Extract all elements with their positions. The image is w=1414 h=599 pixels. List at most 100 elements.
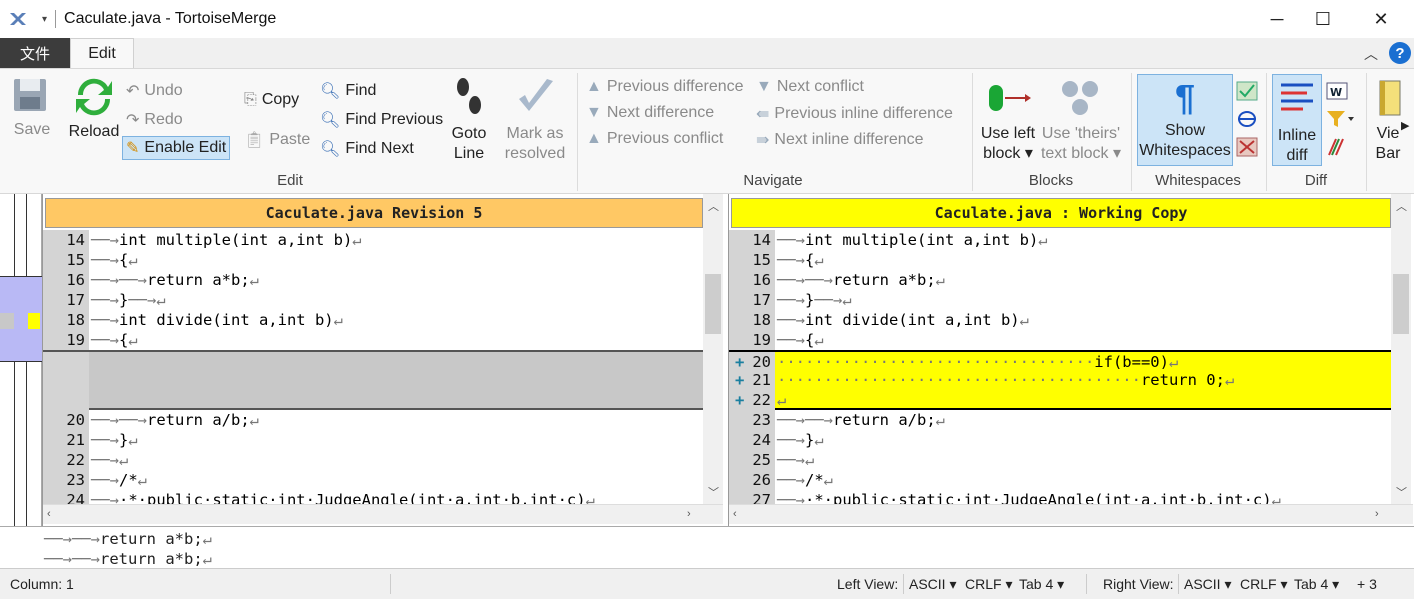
code-line[interactable]: 23 ──→/*↵ [43, 470, 703, 490]
code-line[interactable]: 20 ──→──→return a/b;↵ [43, 410, 703, 430]
left-eol-dropdown[interactable]: CRLF ▾ [965, 576, 1012, 593]
code-line[interactable]: 18 ──→int divide(int a,int b)↵ [729, 310, 1391, 330]
use-left-block-button[interactable]: Use left block ▾ [978, 79, 1038, 164]
moved-lines-button[interactable] [1326, 137, 1348, 162]
scroll-up-icon[interactable]: ︿ [708, 198, 719, 214]
use-theirs-label-2: text block ▾ [1040, 145, 1122, 162]
save-button[interactable]: Save [10, 75, 54, 140]
code-line[interactable]: 17 ──→}──→↵ [43, 290, 703, 310]
code-text: ──→──→return a*b;↵ [91, 270, 259, 290]
code-line[interactable]: 17 ──→}──→↵ [729, 290, 1391, 310]
help-icon[interactable]: ? [1389, 42, 1411, 64]
code-line[interactable]: 20 + ··································if(… [729, 350, 1391, 372]
code-line[interactable] [43, 390, 703, 410]
next-conflict-button[interactable]: ▼ Next conflict [756, 78, 864, 96]
right-code-lines[interactable]: 14 ──→int multiple(int a,int b)↵ 15 ──→{↵ 16… [729, 230, 1391, 510]
left-scroll-thumb[interactable] [705, 274, 721, 334]
tab-edit[interactable]: Edit [70, 38, 134, 69]
left-horizontal-scrollbar[interactable]: ‹ › [43, 504, 723, 524]
code-line[interactable]: 16 ──→──→return a*b;↵ [729, 270, 1391, 290]
code-line[interactable]: 15 ──→{↵ [729, 250, 1391, 270]
inline-diff-button[interactable]: Inline diff [1272, 74, 1322, 166]
enable-edit-button[interactable]: ✎ Enable Edit [122, 136, 231, 160]
find-next-button[interactable]: 🔍︎ Find Next [320, 139, 414, 159]
scroll-left-icon[interactable]: ‹ [733, 508, 737, 520]
scroll-right-icon[interactable]: › [687, 508, 691, 520]
tab-file[interactable]: 文件 [0, 38, 70, 68]
show-whitespaces-button[interactable]: ¶ Show Whitespaces [1137, 74, 1233, 166]
word-diff-button[interactable]: W [1326, 81, 1348, 106]
right-scroll-thumb[interactable] [1393, 274, 1409, 334]
code-line[interactable]: 14 ──→int multiple(int a,int b)↵ [729, 230, 1391, 250]
find-button[interactable]: 🔍︎ Find [320, 81, 376, 101]
whitespace-option-3-button[interactable] [1236, 137, 1258, 162]
next-difference-button[interactable]: ▼ Next difference [586, 104, 714, 122]
moved-lines-icon [1328, 138, 1344, 156]
code-line[interactable] [43, 370, 703, 390]
left-tab-dropdown[interactable]: Tab 4 ▾ [1019, 576, 1064, 593]
line-end-marker: ↵ [805, 451, 815, 469]
diff-locator-bar[interactable] [0, 194, 42, 526]
right-vertical-scrollbar[interactable]: ︿ ﹀ [1391, 194, 1411, 504]
right-horizontal-scrollbar[interactable]: ‹ › [729, 504, 1413, 524]
find-previous-button[interactable]: 🔍︎ Find Previous [320, 110, 443, 130]
left-code-lines[interactable]: 14 ──→int multiple(int a,int b)↵ 15 ──→{↵ 16… [43, 230, 703, 510]
code-line[interactable] [43, 350, 703, 372]
minimize-button[interactable]: ─ [1254, 0, 1300, 38]
paste-button[interactable]: 📋︎ Paste [244, 130, 310, 150]
previous-conflict-button[interactable]: ▲ Previous conflict [586, 130, 723, 148]
code-line[interactable]: 22 ──→↵ [43, 450, 703, 470]
scroll-down-icon[interactable]: ﹀ [1396, 484, 1407, 500]
code-line[interactable]: 21 + ·····································… [729, 370, 1391, 390]
whitespace-option-2-button[interactable] [1236, 109, 1258, 134]
enable-edit-label: Enable Edit [144, 139, 227, 156]
arrow-up-icon: ▲ [586, 130, 602, 147]
code-line[interactable]: 22 + ↵ [729, 390, 1391, 410]
view-bar-button[interactable]: Vie Bar [1374, 79, 1402, 164]
undo-button[interactable]: ↶ Undo [126, 81, 183, 101]
scroll-up-icon[interactable]: ︿ [1396, 198, 1407, 214]
collapse-ribbon-icon[interactable]: ︿ [1364, 44, 1378, 64]
goto-line-button[interactable]: Goto Line [446, 75, 492, 164]
code-line[interactable]: 15 ──→{↵ [43, 250, 703, 270]
code-line[interactable]: 24 ──→}↵ [729, 430, 1391, 450]
redo-button[interactable]: ↷ Redo [126, 110, 183, 130]
svg-text:W: W [1330, 86, 1342, 99]
right-eol-dropdown[interactable]: CRLF ▾ [1240, 576, 1287, 593]
whitespace-option-1-button[interactable] [1236, 81, 1258, 106]
code-line[interactable]: 26 ──→/*↵ [729, 470, 1391, 490]
right-tab-dropdown[interactable]: Tab 4 ▾ [1294, 576, 1339, 593]
code-line[interactable]: 19 ──→{↵ [729, 330, 1391, 350]
code-line[interactable]: 18 ──→int divide(int a,int b)↵ [43, 310, 703, 330]
filter-button[interactable] [1326, 109, 1356, 134]
left-pane[interactable]: Caculate.java Revision 5 14 ──→int multip… [42, 194, 724, 526]
ribbon-scroll-right-icon[interactable]: ▶ [1401, 119, 1409, 132]
previous-inline-difference-button[interactable]: ⇚ Previous inline difference [756, 104, 953, 124]
left-encoding-dropdown[interactable]: ASCII ▾ [909, 576, 957, 593]
mark-resolved-button[interactable]: Mark as resolved [502, 75, 568, 164]
right-encoding-dropdown[interactable]: ASCII ▾ [1184, 576, 1232, 593]
whitespaces-group-label: Whitespaces [1155, 172, 1241, 189]
close-button[interactable]: ✕ [1358, 0, 1404, 38]
maximize-button[interactable]: ☐ [1300, 0, 1346, 38]
use-theirs-block-button[interactable]: Use 'theirs' text block ▾ [1038, 79, 1124, 164]
quick-access-dropdown-icon[interactable]: ▾ [42, 14, 47, 25]
code-line[interactable]: 25 ──→↵ [729, 450, 1391, 470]
reload-button[interactable]: Reload [66, 75, 122, 142]
code-line[interactable]: 19 ──→{↵ [43, 330, 703, 350]
code-line[interactable]: 23 ──→──→return a/b;↵ [729, 410, 1391, 430]
whitespace-marker: ──→ [777, 431, 805, 449]
whitespace-marker: ──→ [91, 431, 119, 449]
code-line[interactable]: 14 ──→int multiple(int a,int b)↵ [43, 230, 703, 250]
preview-line-1: ──→──→return a*b;↵ [44, 530, 212, 548]
scroll-down-icon[interactable]: ﹀ [708, 484, 719, 500]
next-inline-difference-button[interactable]: ⇛ Next inline difference [756, 130, 924, 150]
scroll-right-icon[interactable]: › [1375, 508, 1379, 520]
left-vertical-scrollbar[interactable]: ︿ ﹀ [703, 194, 723, 504]
code-line[interactable]: 16 ──→──→return a*b;↵ [43, 270, 703, 290]
code-line[interactable]: 21 ──→}↵ [43, 430, 703, 450]
right-pane[interactable]: Caculate.java : Working Copy 14 ──→int mu… [728, 194, 1414, 526]
scroll-left-icon[interactable]: ‹ [47, 508, 51, 520]
copy-button[interactable]: ⎘ Copy [244, 91, 299, 109]
previous-difference-button[interactable]: ▲ Previous difference [586, 78, 744, 96]
